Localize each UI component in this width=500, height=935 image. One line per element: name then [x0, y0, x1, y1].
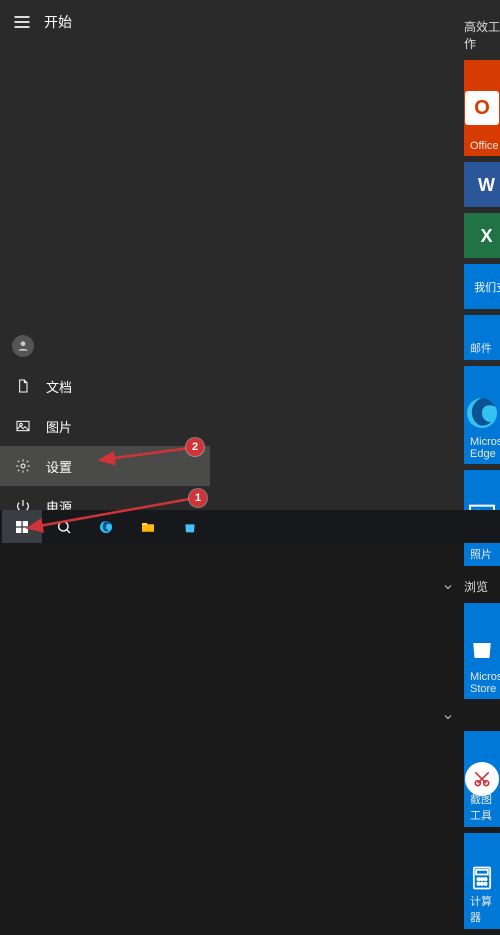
taskbar-store[interactable] [170, 510, 210, 543]
settings-button[interactable]: 设置 [0, 446, 210, 486]
tile-excel[interactable]: X [464, 213, 500, 258]
start-button[interactable] [2, 510, 42, 543]
tile-store[interactable]: Microsoft Store [464, 603, 500, 699]
tile-word[interactable]: W [464, 162, 500, 207]
edge-icon [464, 395, 500, 437]
tile-gmail-support[interactable]: 我们支持 Gmail [464, 264, 500, 309]
taskbar-explorer[interactable] [128, 510, 168, 543]
tile-mail-label: 邮件 [470, 340, 492, 356]
small-tile-group: W X N P S [464, 162, 500, 258]
group-productivity-header[interactable]: 高效工作 [460, 12, 500, 58]
annotation-marker-2: 2 [186, 438, 204, 456]
annotation-marker-2-text: 2 [192, 441, 198, 453]
chevron-down-icon-2 [438, 711, 458, 723]
tile-edge-label: Microsoft Edge [470, 436, 500, 460]
tile-photos-label: 照片 [470, 546, 492, 562]
document-icon [14, 378, 32, 394]
documents-button[interactable]: 文档 [0, 366, 210, 406]
group-browse-header[interactable]: 浏览 [434, 572, 500, 601]
start-title: 开始 [44, 12, 72, 32]
group-productivity-title: 高效工作 [464, 18, 500, 52]
pictures-label: 图片 [46, 417, 72, 436]
group-chevron-2[interactable] [434, 705, 500, 729]
tile-calculator[interactable]: 计算器 [464, 833, 500, 929]
documents-label: 文档 [46, 377, 72, 396]
tile-edge[interactable]: Microsoft Edge [464, 368, 500, 464]
user-avatar-icon [12, 335, 34, 357]
hamburger-icon[interactable] [12, 12, 32, 32]
tile-gmail-label: 我们支持 Gmail [474, 279, 500, 295]
tile-office-label: Office [470, 140, 499, 152]
store-icon [467, 633, 497, 669]
taskbar [0, 510, 500, 543]
tile-snip[interactable]: 截图工具 [464, 731, 500, 827]
start-header: 开始 [0, 0, 210, 44]
group-browse-title: 浏览 [464, 578, 488, 595]
word-icon: W [478, 176, 495, 194]
tile-mail[interactable]: 邮件 ✉ [464, 315, 500, 360]
gear-icon [14, 458, 32, 474]
pictures-icon [14, 418, 32, 434]
settings-label: 设置 [46, 457, 72, 476]
tile-calc-label: 计算器 [470, 893, 500, 925]
tile-area: 高效工作 O Office W X N P S 我们支持 Gmail [210, 0, 500, 935]
office-icon: O [465, 91, 499, 125]
chevron-down-icon [438, 581, 458, 593]
tile-office[interactable]: O Office [464, 60, 500, 156]
pictures-button[interactable]: 图片 [0, 406, 210, 446]
excel-icon: X [480, 227, 492, 245]
annotation-marker-1-text: 1 [195, 492, 201, 504]
tile-store-label: Microsoft Store [470, 671, 500, 695]
user-account-button[interactable] [0, 326, 210, 366]
rail-bottom-list: 文档 图片 设置 电源 [0, 326, 210, 526]
taskbar-edge[interactable] [86, 510, 126, 543]
annotation-marker-1: 1 [189, 489, 207, 507]
search-button[interactable] [44, 510, 84, 543]
tile-snip-label: 截图工具 [470, 791, 500, 823]
start-menu: 开始 文档 图片 设置 [0, 0, 500, 510]
